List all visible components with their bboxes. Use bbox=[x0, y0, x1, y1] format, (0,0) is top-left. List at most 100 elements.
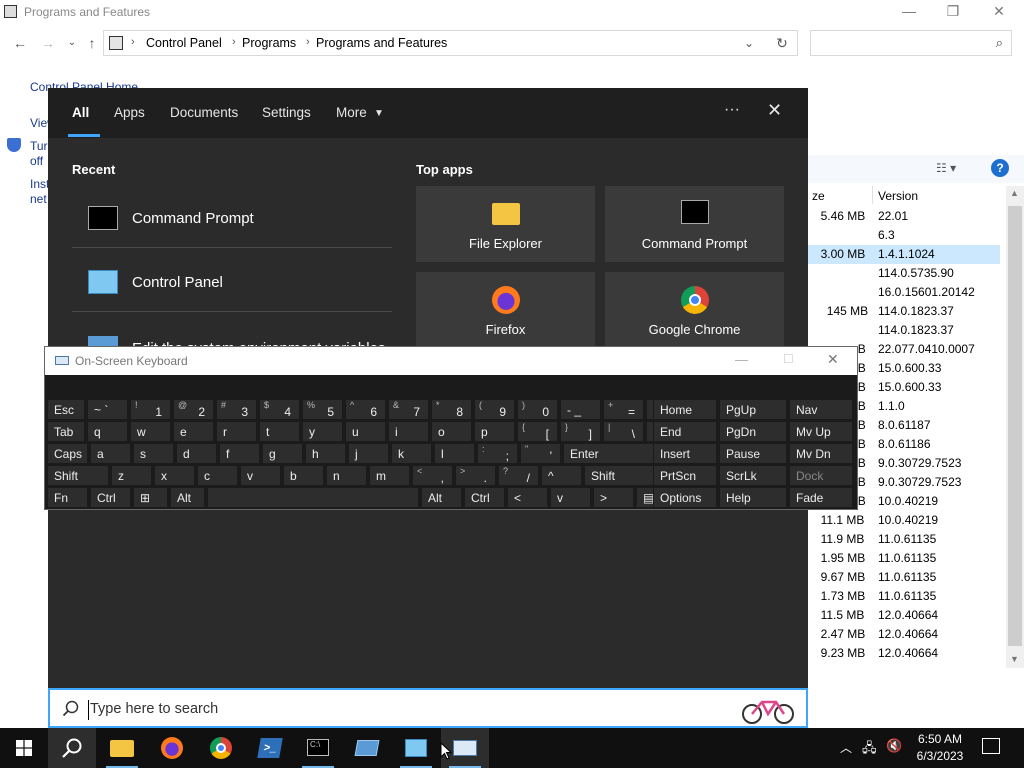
address-bar[interactable]: › Control Panel › Programs › Programs an… bbox=[103, 30, 798, 56]
osk-key[interactable]: d bbox=[176, 443, 217, 464]
osk-key[interactable]: x bbox=[154, 465, 195, 486]
forward-arrow-icon[interactable]: → bbox=[38, 33, 58, 53]
version-column-header[interactable]: Version bbox=[878, 189, 918, 203]
osk-key[interactable]: a bbox=[90, 443, 131, 464]
osk-key[interactable]: t bbox=[259, 421, 300, 442]
osk-key[interactable]: s bbox=[133, 443, 174, 464]
taskbar-control-panel[interactable] bbox=[392, 728, 440, 768]
osk-key[interactable]: Fn bbox=[47, 487, 88, 508]
osk-nav-key[interactable]: ScrLk bbox=[719, 465, 787, 486]
tab-apps[interactable]: Apps bbox=[114, 105, 145, 120]
osk-key[interactable]: Alt bbox=[170, 487, 205, 508]
osk-key[interactable]: (9 bbox=[474, 399, 515, 420]
table-row[interactable]: 1.73 MB 11.0.61135 bbox=[808, 587, 1000, 606]
osk-nav-key[interactable]: Mv Dn bbox=[789, 443, 853, 464]
top-app-command-prompt[interactable]: Command Prompt bbox=[605, 186, 784, 262]
taskbar-app-window[interactable] bbox=[343, 728, 391, 768]
osk-key[interactable]: b bbox=[283, 465, 324, 486]
osk-key[interactable]: @2 bbox=[173, 399, 214, 420]
back-arrow-icon[interactable]: ← bbox=[10, 33, 30, 53]
table-row[interactable]: 11.5 MB 12.0.40664 bbox=[808, 606, 1000, 625]
osk-key[interactable]: c bbox=[197, 465, 238, 486]
install-network-link-line2[interactable]: net bbox=[30, 192, 47, 206]
table-row[interactable]: 114.0.1823.37 bbox=[808, 321, 1000, 340]
refresh-icon[interactable]: ↻ bbox=[768, 32, 796, 54]
osk-key[interactable]: " ' bbox=[520, 443, 561, 464]
osk-key[interactable]: h bbox=[305, 443, 346, 464]
osk-nav-key[interactable]: Dock bbox=[789, 465, 853, 486]
tab-settings[interactable]: Settings bbox=[262, 105, 311, 120]
osk-key[interactable]: Caps bbox=[47, 443, 88, 464]
top-app-file-explorer[interactable]: File Explorer bbox=[416, 186, 595, 262]
osk-nav-key[interactable]: Mv Up bbox=[789, 421, 853, 442]
osk-key[interactable]: p bbox=[474, 421, 515, 442]
close-button[interactable]: ✕ bbox=[827, 351, 839, 368]
up-arrow-icon[interactable]: ↑ bbox=[82, 33, 102, 53]
osk-key[interactable]: j bbox=[348, 443, 389, 464]
view-options-icon[interactable]: ☷ ▾ bbox=[936, 161, 956, 175]
osk-key[interactable]: k bbox=[391, 443, 432, 464]
osk-key[interactable]: Tab bbox=[47, 421, 85, 442]
ellipsis-icon[interactable]: ··· bbox=[724, 101, 740, 119]
osk-nav-key[interactable]: Options bbox=[653, 487, 717, 508]
control-panel-search-input[interactable]: ⌕ bbox=[810, 30, 1012, 56]
table-row[interactable]: 145 MB 114.0.1823.37 bbox=[808, 302, 1000, 321]
list-scrollbar[interactable]: ▲ ▼ bbox=[1006, 186, 1024, 668]
osk-key[interactable]: - _ bbox=[560, 399, 601, 420]
notifications-icon[interactable] bbox=[982, 738, 1000, 754]
osk-key[interactable]: f bbox=[219, 443, 260, 464]
table-row[interactable]: 5.46 MB 22.01 bbox=[808, 207, 1000, 226]
osk-nav-key[interactable]: Insert bbox=[653, 443, 717, 464]
osk-nav-key[interactable]: Fade bbox=[789, 487, 853, 508]
table-row[interactable]: 9.67 MB 11.0.61135 bbox=[808, 568, 1000, 587]
scrollbar-thumb[interactable] bbox=[1008, 206, 1022, 646]
start-button[interactable] bbox=[0, 728, 48, 768]
recent-item-command-prompt[interactable]: Command Prompt bbox=[72, 188, 392, 248]
help-icon[interactable]: ? bbox=[991, 159, 1009, 177]
maximize-button[interactable]: ☐ bbox=[783, 352, 794, 366]
osk-key[interactable]: m bbox=[369, 465, 410, 486]
address-dropdown-chevron-icon[interactable]: ⌄ bbox=[744, 36, 754, 50]
osk-key[interactable]: ? / bbox=[498, 465, 539, 486]
osk-key[interactable]: & 7 bbox=[388, 399, 429, 420]
osk-key[interactable]: #3 bbox=[216, 399, 257, 420]
table-row[interactable]: 11.1 MB 10.0.40219 bbox=[808, 511, 1000, 530]
show-hidden-icons-chevron-icon[interactable]: ︿ bbox=[840, 739, 852, 756]
osk-key[interactable]: Shift bbox=[47, 465, 109, 486]
tab-documents[interactable]: Documents bbox=[170, 105, 238, 120]
table-row[interactable]: 16.0.15601.20142 bbox=[808, 283, 1000, 302]
table-row[interactable]: 2.47 MB 12.0.40664 bbox=[808, 625, 1000, 644]
osk-key[interactable]: + = bbox=[603, 399, 644, 420]
osk-key[interactable]: e bbox=[173, 421, 214, 442]
osk-nav-key[interactable]: PgDn bbox=[719, 421, 787, 442]
osk-nav-key[interactable]: PgUp bbox=[719, 399, 787, 420]
table-row[interactable]: 3.00 MB 1.4.1.1024 bbox=[808, 245, 1000, 264]
close-button[interactable]: ✕ bbox=[976, 0, 1022, 24]
table-row[interactable]: 11.9 MB 11.0.61135 bbox=[808, 530, 1000, 549]
osk-key[interactable]: Ctrl bbox=[464, 487, 505, 508]
osk-key[interactable]: ) 0 bbox=[517, 399, 558, 420]
osk-key[interactable]: Ctrl bbox=[90, 487, 131, 508]
table-row[interactable]: 114.0.5735.90 bbox=[808, 264, 1000, 283]
osk-nav-key[interactable]: Pause bbox=[719, 443, 787, 464]
breadcrumb-control-panel[interactable]: Control Panel bbox=[146, 36, 222, 50]
top-app-google-chrome[interactable]: Google Chrome bbox=[605, 272, 784, 348]
table-row[interactable]: 1.95 MB 11.0.61135 bbox=[808, 549, 1000, 568]
osk-key[interactable]: * 8 bbox=[431, 399, 472, 420]
osk-key[interactable]: y bbox=[302, 421, 343, 442]
osk-key[interactable]: v bbox=[550, 487, 591, 508]
osk-key[interactable]: r bbox=[216, 421, 257, 442]
osk-key[interactable]: | \ bbox=[603, 421, 644, 442]
breadcrumb-programs[interactable]: Programs bbox=[242, 36, 296, 50]
taskbar-powershell[interactable]: >_ bbox=[246, 728, 294, 768]
osk-key[interactable]: <, bbox=[412, 465, 453, 486]
osk-key[interactable]: ^ bbox=[541, 465, 582, 486]
recent-item-control-panel[interactable]: Control Panel bbox=[72, 252, 392, 312]
osk-key[interactable]: Esc bbox=[47, 399, 85, 420]
network-icon[interactable]: 🖧 bbox=[862, 739, 877, 761]
osk-key[interactable]: ~ ` bbox=[87, 399, 128, 420]
osk-key[interactable]: ^ 6 bbox=[345, 399, 386, 420]
osk-key[interactable]: :; bbox=[477, 443, 518, 464]
turn-features-link-line2[interactable]: off bbox=[30, 154, 43, 168]
osk-key[interactable]: q bbox=[87, 421, 128, 442]
